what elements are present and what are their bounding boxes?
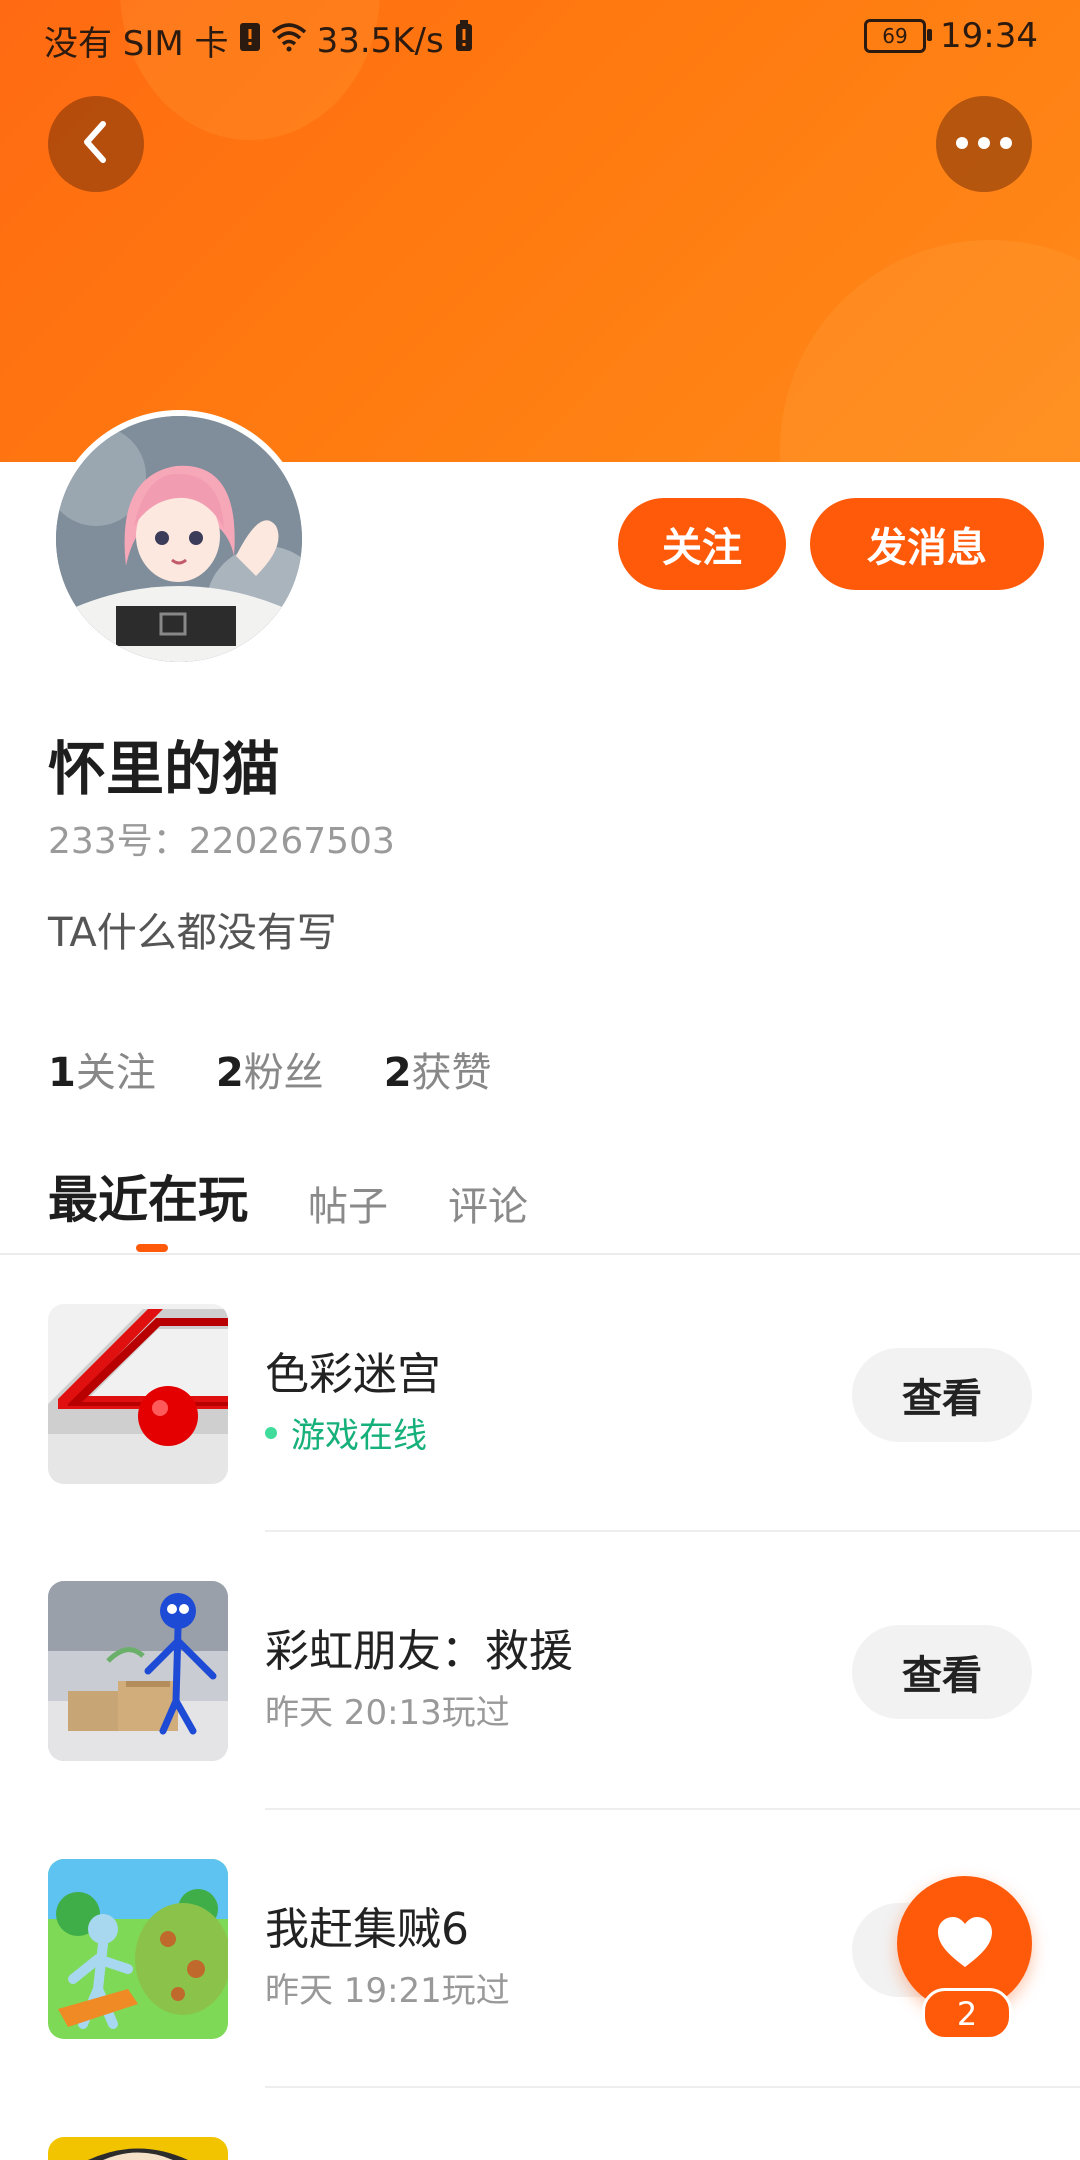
back-button[interactable] [48, 96, 144, 192]
stat-label: 粉丝 [243, 1050, 324, 1096]
divider [265, 1530, 1080, 1532]
game-last-played: 昨天 19:21玩过 [265, 1971, 510, 2011]
heart-icon [936, 1915, 994, 1973]
tab-recent-played[interactable]: 最近在玩 [48, 1160, 248, 1232]
game-title: 彩虹朋友：救援 [265, 1626, 573, 1677]
network-speed: 33.5K/s [316, 20, 444, 61]
tab-posts[interactable]: 帖子 [308, 1174, 388, 1232]
game-list-item[interactable]: 色彩迷宫 游戏在线 查看 [0, 1304, 1080, 1582]
battery-alert-icon [454, 20, 474, 61]
game-title: 我赶集贼6 [265, 1904, 469, 1955]
divider [0, 1253, 1080, 1255]
stat-count: 1 [48, 1050, 76, 1096]
battery-level: 69 [882, 24, 908, 48]
stat-count: 2 [383, 1050, 412, 1096]
battery-icon: 69 [864, 19, 933, 53]
view-button[interactable]: 查看 [852, 1348, 1032, 1442]
game-title: 色彩迷宫 [265, 1349, 441, 1400]
profile-tabs: 最近在玩 帖子 评论 [48, 1160, 528, 1232]
avatar-image [56, 416, 302, 662]
more-horizontal-icon [954, 135, 1014, 154]
game-icon [48, 2137, 228, 2160]
tab-comments[interactable]: 评论 [448, 1174, 528, 1232]
stat-label: 关注 [75, 1050, 156, 1096]
stat-count: 2 [215, 1050, 244, 1096]
game-icon [48, 1581, 228, 1761]
game-status: 游戏在线 [265, 1408, 427, 1457]
game-status-text: 游戏在线 [291, 1416, 427, 1456]
carrier-text: 没有 SIM 卡 [44, 24, 229, 64]
game-icon [48, 1859, 228, 2039]
stat-likes[interactable]: 2获赞 [384, 1040, 492, 1098]
stat-label: 获赞 [411, 1050, 492, 1096]
game-list-item[interactable]: 彩虹朋友：救援 昨天 20:13玩过 查看 [0, 1581, 1080, 1859]
divider [265, 1808, 1080, 1810]
tab-indicator [136, 1244, 168, 1252]
stat-following[interactable]: 1关注 [48, 1040, 156, 1098]
profile-name: 怀里的猫 [48, 735, 281, 803]
sim-alert-icon [239, 21, 261, 61]
game-last-played: 昨天 20:13玩过 [265, 1693, 510, 1733]
divider [265, 2086, 1080, 2088]
more-button[interactable] [936, 96, 1032, 192]
avatar[interactable] [50, 410, 308, 668]
view-button[interactable]: 查看 [852, 1625, 1032, 1719]
profile-stats: 1关注 2粉丝 2获赞 [48, 1040, 492, 1098]
chevron-left-icon [76, 118, 116, 170]
cover-decoration [780, 240, 1080, 462]
profile-bio: TA什么都没有写 [48, 910, 337, 956]
profile-uid: 233号：220267503 [48, 821, 395, 862]
clock: 19:34 [940, 16, 1038, 56]
like-count-badge: 2 [922, 1988, 1012, 2040]
follow-button[interactable]: 关注 [618, 498, 786, 590]
game-icon [48, 1304, 228, 1484]
wifi-icon [271, 21, 307, 61]
stat-followers[interactable]: 2粉丝 [216, 1040, 324, 1098]
message-button[interactable]: 发消息 [810, 498, 1044, 590]
online-dot-icon [265, 1426, 277, 1439]
status-bar: 没有 SIM 卡 33.5K/s 69 19:34 [0, 0, 1080, 76]
